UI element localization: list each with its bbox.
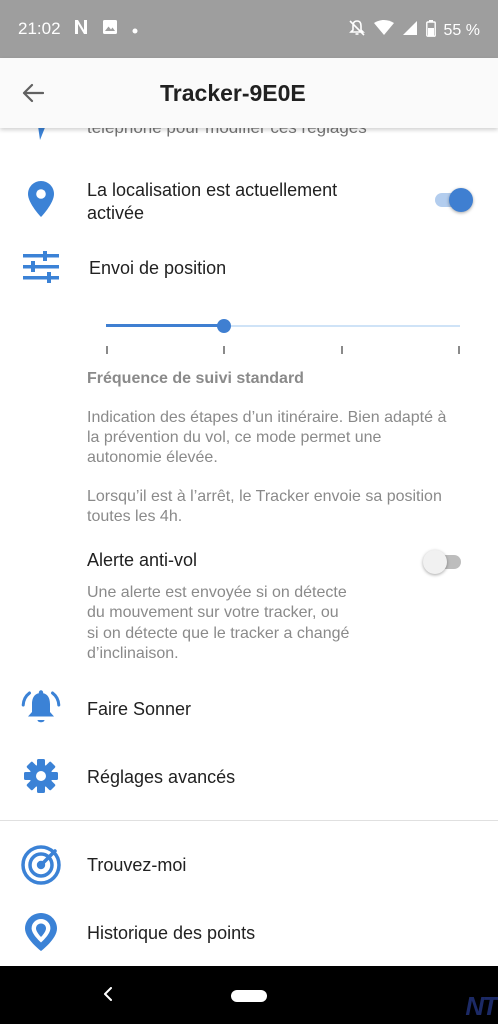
slider-fill	[106, 324, 225, 327]
anti-theft-desc-line3: si on détecte que le tracker a changé	[87, 625, 350, 642]
history-pin-icon	[20, 911, 62, 953]
app-bar: Tracker-9E0E	[0, 58, 498, 128]
notification-icons	[74, 19, 138, 40]
toggle-thumb	[423, 550, 447, 574]
anti-theft-desc-line4: d’inclinaison.	[87, 645, 179, 662]
position-label: Envoi de position	[89, 258, 227, 278]
anti-theft-desc-line1: Une alerte est envoyée si on détecte	[87, 584, 347, 601]
section-divider	[0, 820, 498, 821]
mode-desc-line2: la prévention du vol, ce mode permet une	[87, 429, 382, 446]
system-status: 55 %	[348, 19, 480, 42]
slider-tick	[106, 346, 108, 354]
location-label-line2: activée	[87, 203, 145, 223]
anti-theft-desc-line2: du mouvement sur votre tracker, ou	[87, 604, 339, 621]
mode-desc-line1: Indication des étapes d’un itinéraire. B…	[87, 409, 447, 426]
location-toggle[interactable]	[431, 186, 475, 214]
page-title: Tracker-9E0E	[160, 80, 306, 106]
stop-desc-line1: Lorsqu’il est à l’arrêt, le Tracker envo…	[87, 488, 442, 505]
nav-back-button[interactable]	[98, 984, 118, 1004]
phone-settings-icon	[20, 128, 62, 148]
slider-tick	[223, 346, 226, 354]
nav-home-pill[interactable]	[231, 990, 267, 1002]
toggle-thumb	[449, 188, 473, 212]
status-time: 21:02	[18, 19, 61, 38]
status-bar: 21:02 55 %	[0, 0, 498, 58]
watermark-logo: NT	[465, 991, 498, 1021]
location-label-line1: La localisation est actuellement	[87, 180, 338, 200]
wifi-icon	[373, 20, 394, 41]
slider-tick	[340, 346, 343, 354]
battery-icon	[425, 19, 436, 42]
anti-theft-toggle[interactable]	[423, 548, 467, 576]
slider-knob[interactable]	[217, 319, 232, 333]
battery-percent: 55 %	[443, 21, 480, 39]
gear-icon	[20, 755, 62, 797]
dot-icon	[132, 21, 138, 39]
arrow-left-icon	[22, 83, 44, 103]
back-button[interactable]	[18, 79, 48, 107]
history-label[interactable]: Historique des points	[87, 921, 255, 945]
ring-bell-icon	[20, 687, 62, 729]
mode-title: Fréquence de suivi standard	[87, 370, 304, 387]
n-app-icon	[74, 19, 88, 40]
system-nav-bar: NT	[0, 966, 498, 1024]
tune-icon	[20, 246, 62, 288]
anti-theft-label: Alerte anti-vol	[87, 550, 198, 570]
mode-desc-line3: autonomie élevée.	[87, 449, 218, 466]
signal-icon	[402, 20, 418, 41]
cut-off-text: téléphone pour modifier ces réglages	[87, 128, 367, 138]
position-frequency-slider[interactable]	[106, 313, 460, 354]
ring-label[interactable]: Faire Sonner	[87, 697, 191, 721]
find-me-label[interactable]: Trouvez-moi	[87, 853, 186, 877]
image-icon	[102, 19, 118, 40]
mute-icon	[348, 19, 366, 42]
slider-tick	[458, 346, 460, 354]
radar-icon	[20, 844, 62, 886]
stop-desc-line2: toutes les 4h.	[87, 508, 183, 525]
chevron-left-icon	[104, 987, 112, 1001]
location-pin-icon	[20, 178, 62, 220]
advanced-settings-label[interactable]: Réglages avancés	[87, 765, 235, 789]
settings-content[interactable]: téléphone pour modifier ces réglages La …	[0, 128, 498, 966]
